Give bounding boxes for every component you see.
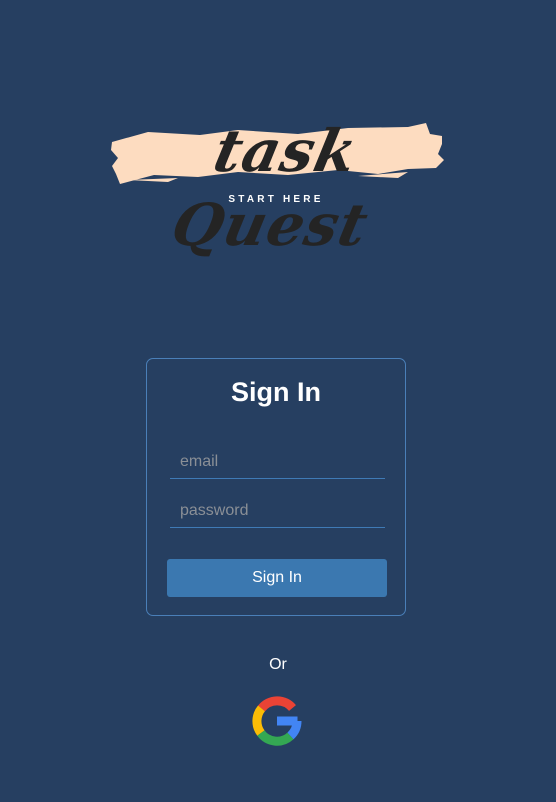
logo-tagline: START HERE [228, 194, 324, 205]
logo-wordmark: task Quest [165, 117, 375, 259]
task-quest-logo: task Quest START HERE [108, 108, 448, 259]
login-page: task Quest START HERE Sign In Sign In Or [0, 0, 556, 802]
email-input[interactable] [170, 445, 385, 479]
google-g-icon [252, 696, 302, 746]
password-input[interactable] [170, 494, 385, 528]
signin-button[interactable]: Sign In [167, 559, 387, 597]
signin-card: Sign In Sign In [146, 358, 406, 616]
signin-title: Sign In [231, 377, 321, 407]
google-signin-button[interactable] [251, 695, 303, 747]
or-divider-text: Or [269, 656, 287, 673]
